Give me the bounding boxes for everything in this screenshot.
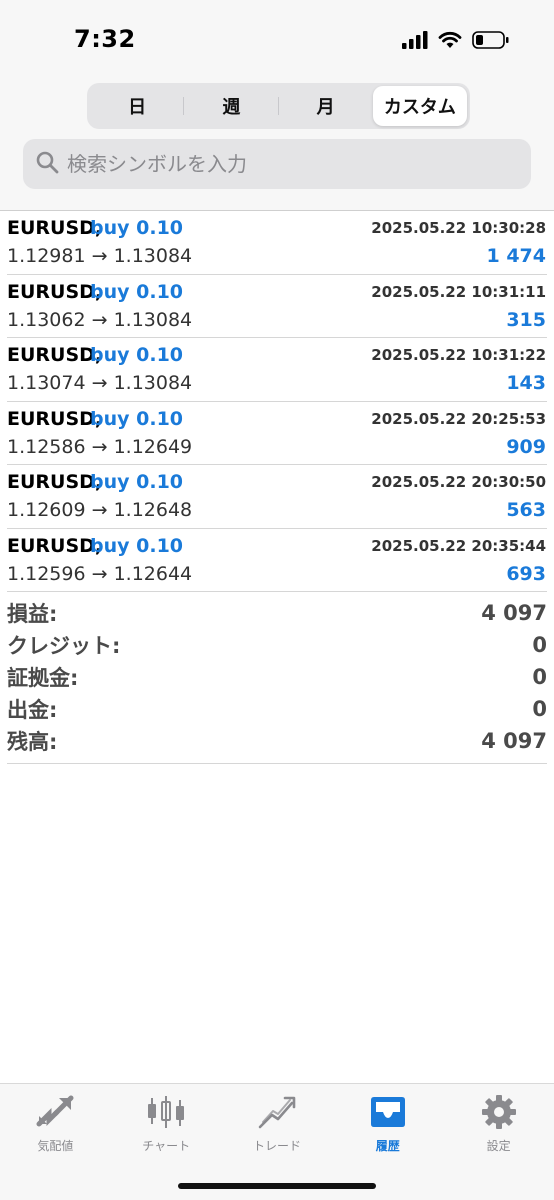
- deal-row[interactable]: EURUSD, buy 0.10 2025.05.22 20:35:44 1.1…: [7, 529, 547, 592]
- deal-prices: 1.12586 → 1.12649: [7, 435, 193, 458]
- trade-line-icon: [255, 1092, 299, 1132]
- deal-profit: 143: [506, 372, 546, 394]
- tab-settings-label: 設定: [486, 1139, 511, 1153]
- deal-type: buy 0.10: [90, 217, 184, 239]
- tab-quotes-label: 気配値: [37, 1139, 74, 1153]
- history-inbox-icon: [366, 1092, 410, 1132]
- deal-type: buy 0.10: [90, 280, 184, 303]
- deal-time: 2025.05.22 10:31:11: [371, 282, 546, 301]
- deal-row[interactable]: EURUSD, buy 0.10 2025.05.22 10:31:22 1.1…: [7, 338, 547, 402]
- deal-profit: 1 474: [486, 245, 547, 267]
- deal-symbol: EURUSD,: [7, 534, 103, 557]
- deal-symbol: EURUSD,: [7, 471, 103, 493]
- summary-label: 損益:: [7, 602, 58, 626]
- deal-time: 2025.05.22 20:35:44: [371, 536, 546, 555]
- deal-time: 2025.05.22 20:30:50: [371, 473, 546, 491]
- summary-value: 4 097: [481, 729, 547, 753]
- quotes-arrows-icon: [33, 1092, 77, 1132]
- deal-profit: 693: [506, 562, 546, 585]
- summary-row-balance: 残高: 4 097: [7, 725, 547, 757]
- deal-row[interactable]: EURUSD, buy 0.10 2025.05.22 20:30:50 1.1…: [7, 465, 547, 529]
- home-indicator: [178, 1183, 376, 1189]
- summary-row-deposit: 証拠金: 0: [7, 661, 547, 693]
- deal-profit: 909: [506, 435, 546, 458]
- deal-symbol: EURUSD,: [7, 344, 103, 366]
- deal-time: 2025.05.22 10:31:22: [371, 346, 546, 364]
- deal-row[interactable]: EURUSD, buy 0.10 2025.05.22 10:31:11 1.1…: [7, 275, 547, 338]
- segment-custom[interactable]: カスタム: [372, 86, 467, 126]
- period-segmented-control: 日 週 月 カスタム: [87, 83, 470, 129]
- summary-label: 出金:: [7, 698, 58, 722]
- status-time: 7:32: [74, 25, 136, 53]
- deal-symbol: EURUSD,: [7, 217, 103, 239]
- deal-prices: 1.13074 → 1.13084: [7, 372, 193, 394]
- segment-month[interactable]: 月: [279, 86, 373, 126]
- tab-settings[interactable]: 設定: [443, 1084, 554, 1200]
- status-bar: 7:32: [0, 0, 554, 80]
- deal-type: buy 0.10: [90, 344, 184, 366]
- status-icons: [402, 31, 510, 53]
- summary-value: 0: [532, 697, 547, 721]
- deal-prices: 1.12609 → 1.12648: [7, 499, 193, 521]
- wifi-icon: [438, 31, 462, 53]
- search-input[interactable]: [67, 152, 507, 176]
- signal-icon: [402, 31, 428, 53]
- deal-row[interactable]: EURUSD, buy 0.10 2025.05.22 10:30:28 1.1…: [7, 211, 547, 275]
- deal-prices: 1.13062 → 1.13084: [7, 308, 193, 331]
- summary-row-withdrawal: 出金: 0: [7, 693, 547, 725]
- summary-label: クレジット:: [7, 634, 121, 658]
- summary-row-profit: 損益: 4 097: [7, 597, 547, 629]
- deal-type: buy 0.10: [90, 471, 184, 493]
- segment-day[interactable]: 日: [90, 86, 185, 126]
- tab-chart-label: チャート: [142, 1139, 191, 1153]
- battery-icon: [472, 31, 510, 53]
- settings-gear-icon: [477, 1092, 521, 1132]
- search-bar: [23, 139, 531, 189]
- deals-list: EURUSD, buy 0.10 2025.05.22 10:30:28 1.1…: [0, 211, 554, 592]
- summary-row-credit: クレジット: 0: [7, 629, 547, 661]
- summary-panel: 損益: 4 097 クレジット: 0 証拠金: 0 出金: 0 残高: 4 09…: [7, 597, 547, 764]
- deal-prices: 1.12596 → 1.12644: [7, 562, 193, 585]
- tab-trade-label: トレード: [252, 1139, 301, 1153]
- deal-profit: 563: [506, 499, 546, 521]
- candlestick-chart-icon: [144, 1092, 188, 1132]
- tab-history-label: 履歴: [375, 1139, 400, 1153]
- deal-profit: 315: [506, 308, 546, 331]
- segment-week[interactable]: 週: [184, 86, 279, 126]
- summary-label: 残高:: [7, 730, 58, 754]
- deal-type: buy 0.10: [90, 407, 184, 430]
- summary-value: 0: [532, 633, 547, 657]
- deal-type: buy 0.10: [90, 534, 184, 557]
- summary-value: 0: [532, 665, 547, 689]
- summary-value: 4 097: [481, 601, 547, 625]
- deal-prices: 1.12981 → 1.13084: [7, 245, 193, 267]
- deal-time: 2025.05.22 20:25:53: [371, 409, 546, 428]
- search-icon: [35, 150, 59, 178]
- tab-quotes[interactable]: 気配値: [0, 1084, 111, 1200]
- deal-symbol: EURUSD,: [7, 407, 103, 430]
- deal-row[interactable]: EURUSD, buy 0.10 2025.05.22 20:25:53 1.1…: [7, 402, 547, 465]
- deal-time: 2025.05.22 10:30:28: [371, 219, 546, 237]
- summary-label: 証拠金:: [7, 666, 79, 690]
- deal-symbol: EURUSD,: [7, 280, 103, 303]
